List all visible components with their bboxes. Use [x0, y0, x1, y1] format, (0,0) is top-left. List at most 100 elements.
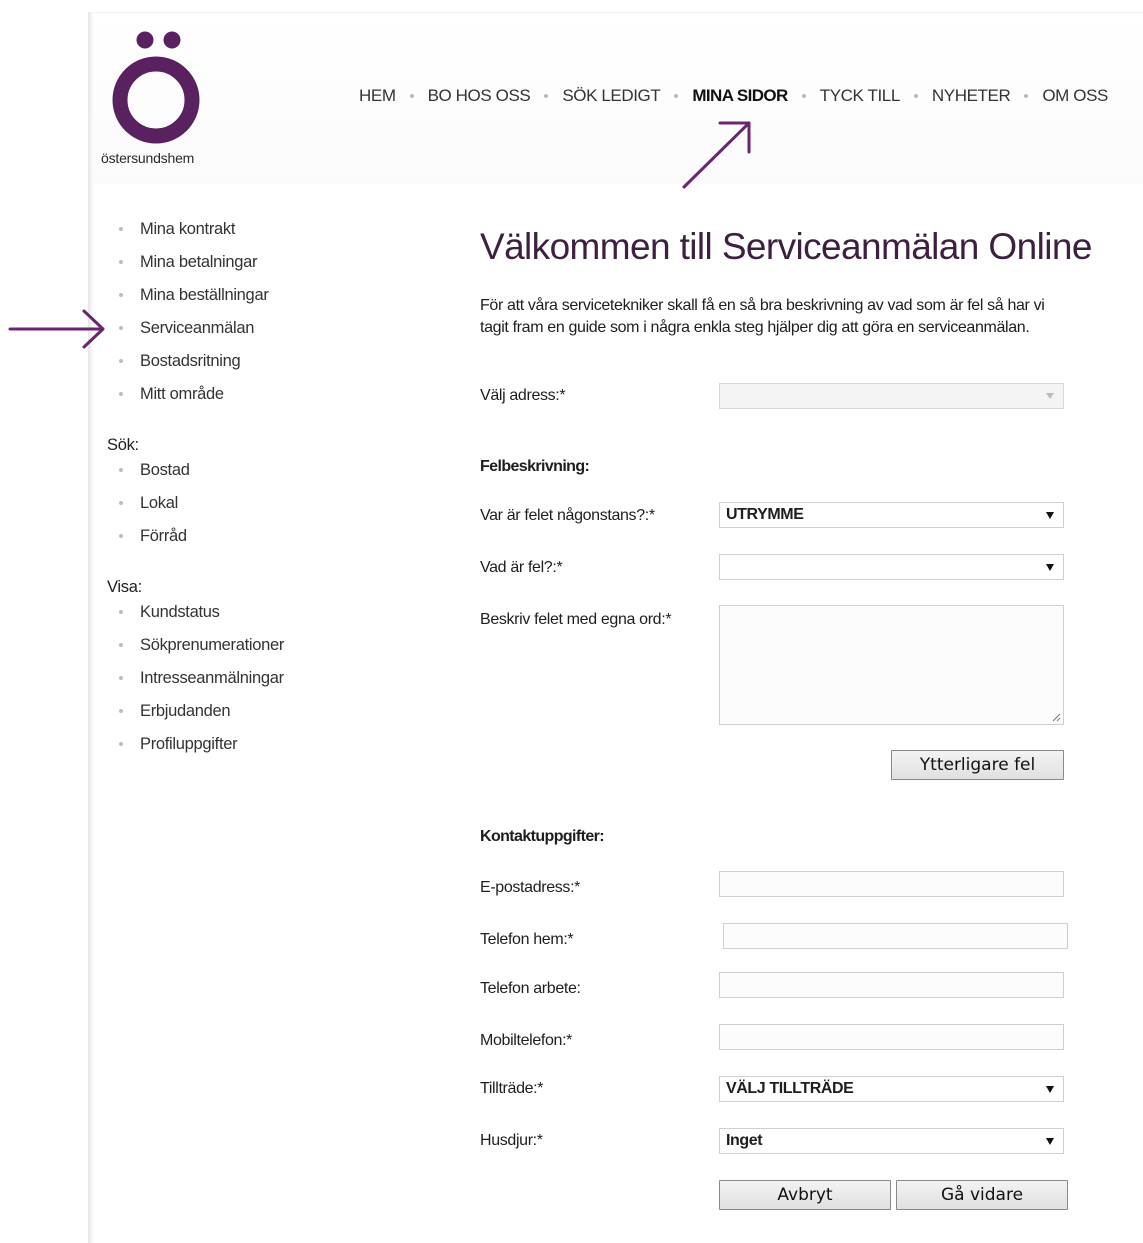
- chevron-down-icon: [1046, 1138, 1054, 1145]
- sidebar-item-lokal[interactable]: Lokal: [107, 490, 367, 523]
- location-select-value: UTRYMME: [726, 506, 804, 523]
- nav-separator: [674, 94, 679, 98]
- sidebar-item-profiluppgifter[interactable]: Profiluppgifter: [107, 731, 367, 764]
- description-label: Beskriv felet med egna ord:*: [480, 611, 672, 628]
- nav-item-sok-ledigt[interactable]: SÖK LEDIGT: [562, 86, 660, 106]
- sidebar-visa-list: Kundstatus Sökprenumerationer Intressean…: [107, 599, 367, 764]
- sidebar-item-label: Lokal: [140, 494, 178, 512]
- location-label: Var är felet någonstans?:*: [480, 507, 655, 524]
- address-label: Välj adress:*: [480, 387, 566, 404]
- sidebar-item-serviceanmalan[interactable]: Serviceanmälan: [107, 315, 367, 348]
- chevron-down-icon: [1046, 564, 1054, 571]
- nav-item-hem[interactable]: HEM: [359, 86, 396, 106]
- sidebar-item-erbjudanden[interactable]: Erbjudanden: [107, 698, 367, 731]
- sidebar-item-mina-bestallningar[interactable]: Mina beställningar: [107, 282, 367, 315]
- bullet-icon: [119, 227, 123, 231]
- bullet-icon: [119, 709, 123, 713]
- page-title: Välkommen till Serviceanmälan Online: [480, 226, 1092, 267]
- sidebar-item-forrad[interactable]: Förråd: [107, 523, 367, 556]
- bullet-icon: [119, 468, 123, 472]
- sidebar-item-label: Mina kontrakt: [140, 220, 236, 238]
- fault-label: Vad är fel?:*: [480, 559, 563, 576]
- pets-label: Husdjur:*: [480, 1132, 543, 1149]
- main-nav: HEM BO HOS OSS SÖK LEDIGT MINA SIDOR TYC…: [359, 84, 1108, 108]
- cancel-button[interactable]: Avbryt: [719, 1180, 891, 1210]
- sidebar-mina-sidor-list: Mina kontrakt Mina betalningar Mina best…: [107, 216, 367, 414]
- page-edge-shadow: [88, 12, 94, 1243]
- sidebar-item-mina-betalningar[interactable]: Mina betalningar: [107, 249, 367, 282]
- nav-item-om-oss[interactable]: OM OSS: [1042, 86, 1108, 106]
- mobile-label: Mobiltelefon:*: [480, 1032, 573, 1049]
- pets-select[interactable]: Inget: [719, 1128, 1064, 1154]
- bullet-icon: [119, 392, 123, 396]
- phone-work-label: Telefon arbete:: [480, 980, 581, 997]
- access-select-value: VÄLJ TILLTRÄDE: [726, 1080, 854, 1097]
- sidebar-item-label: Mitt område: [140, 385, 224, 403]
- bullet-icon: [119, 293, 123, 297]
- email-label: E-postadress:*: [480, 879, 581, 896]
- mobile-field[interactable]: [719, 1024, 1064, 1050]
- nav-item-bo-hos-oss[interactable]: BO HOS OSS: [428, 86, 531, 106]
- sidebar-sok-list: Bostad Lokal Förråd: [107, 457, 367, 556]
- bullet-icon: [119, 742, 123, 746]
- phone-home-field[interactable]: [723, 923, 1068, 949]
- fault-section-heading: Felbeskrivning:: [480, 458, 590, 475]
- fault-select[interactable]: [719, 554, 1064, 580]
- nav-separator: [1024, 94, 1029, 98]
- sidebar-item-label: Serviceanmälan: [140, 319, 255, 337]
- chevron-down-icon: [1046, 1086, 1054, 1093]
- sidebar-item-bostadsritning[interactable]: Bostadsritning: [107, 348, 367, 381]
- sidebar-item-label: Erbjudanden: [140, 702, 231, 720]
- nav-item-tyck-till[interactable]: TYCK TILL: [820, 86, 901, 106]
- nav-item-nyheter[interactable]: NYHETER: [932, 86, 1011, 106]
- contact-section-heading: Kontaktuppgifter:: [480, 828, 605, 845]
- sidebar: Mina kontrakt Mina betalningar Mina best…: [107, 216, 367, 764]
- email-field[interactable]: [719, 871, 1064, 897]
- next-button[interactable]: Gå vidare: [896, 1180, 1068, 1210]
- access-label: Tillträde:*: [480, 1080, 544, 1097]
- chevron-down-icon: [1046, 393, 1054, 399]
- nav-item-mina-sidor[interactable]: MINA SIDOR: [692, 86, 788, 106]
- location-select[interactable]: UTRYMME: [719, 502, 1064, 528]
- sidebar-item-label: Bostadsritning: [140, 352, 241, 370]
- sidebar-item-mina-kontrakt[interactable]: Mina kontrakt: [107, 216, 367, 249]
- bullet-icon: [119, 326, 123, 330]
- nav-separator: [913, 94, 918, 98]
- nav-separator: [801, 94, 806, 98]
- pets-select-value: Inget: [726, 1132, 763, 1149]
- sidebar-heading-sok: Sök:: [107, 436, 139, 454]
- sidebar-item-intresseanmalningar[interactable]: Intresseanmälningar: [107, 665, 367, 698]
- resize-grip-icon[interactable]: [1051, 712, 1061, 722]
- sidebar-item-mitt-omrade[interactable]: Mitt område: [107, 381, 367, 414]
- sidebar-item-label: Mina beställningar: [140, 286, 269, 304]
- bullet-icon: [119, 676, 123, 680]
- sidebar-item-kundstatus[interactable]: Kundstatus: [107, 599, 367, 632]
- chevron-down-icon: [1046, 512, 1054, 519]
- sidebar-item-bostad[interactable]: Bostad: [107, 457, 367, 490]
- sidebar-item-label: Bostad: [140, 461, 190, 479]
- more-faults-button[interactable]: Ytterligare fel: [891, 750, 1064, 780]
- logo-wordmark: östersundshem: [101, 150, 195, 166]
- bullet-icon: [119, 260, 123, 264]
- nav-separator: [544, 94, 549, 98]
- sidebar-item-label: Mina betalningar: [140, 253, 258, 271]
- sidebar-item-sokprenumerationer[interactable]: Sökprenumerationer: [107, 632, 367, 665]
- sidebar-item-label: Intresseanmälningar: [140, 669, 284, 687]
- sidebar-item-label: Sökprenumerationer: [140, 636, 285, 654]
- bullet-icon: [119, 501, 123, 505]
- intro-text: För att våra servicetekniker skall få en…: [480, 297, 1045, 336]
- bullet-icon: [119, 534, 123, 538]
- access-select[interactable]: VÄLJ TILLTRÄDE: [719, 1076, 1064, 1102]
- nav-separator: [409, 94, 414, 98]
- phone-home-label: Telefon hem:*: [480, 931, 574, 948]
- sidebar-item-label: Profiluppgifter: [140, 735, 238, 753]
- description-textarea[interactable]: [719, 605, 1064, 725]
- bullet-icon: [119, 643, 123, 647]
- sidebar-item-label: Kundstatus: [140, 603, 220, 621]
- sidebar-heading-visa: Visa:: [107, 578, 142, 596]
- sidebar-item-label: Förråd: [140, 527, 187, 545]
- bullet-icon: [119, 610, 123, 614]
- address-select[interactable]: [719, 383, 1064, 409]
- phone-work-field[interactable]: [719, 972, 1064, 998]
- bullet-icon: [119, 359, 123, 363]
